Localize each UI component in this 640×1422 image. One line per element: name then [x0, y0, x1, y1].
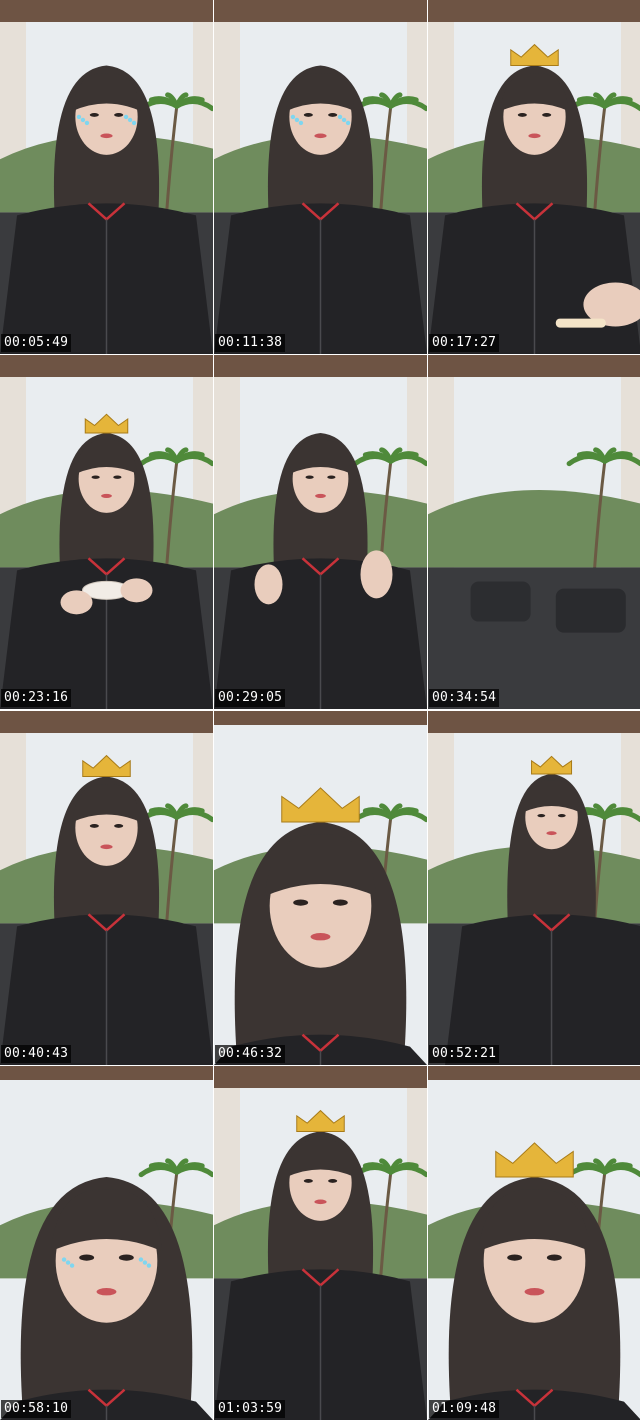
frame-image	[0, 0, 213, 354]
right-eye	[542, 113, 552, 117]
frame-image	[214, 710, 427, 1065]
video-frame-thumbnail: 00:40:43	[0, 710, 213, 1065]
right-eye	[557, 813, 566, 817]
timestamp-label: 00:23:16	[1, 689, 72, 708]
frame-image	[214, 355, 427, 710]
frame-image	[428, 710, 640, 1065]
lips	[315, 494, 326, 499]
right-eye	[114, 823, 124, 828]
video-frame-thumbnail: 01:09:48	[428, 1066, 640, 1421]
timestamp-label: 00:58:10	[1, 1400, 72, 1419]
right-hand	[120, 578, 153, 603]
ceiling-beam	[0, 710, 213, 733]
lips	[314, 133, 327, 139]
ceiling-beam	[428, 710, 640, 733]
timestamp-label: 00:34:54	[429, 689, 500, 708]
right-eye	[114, 113, 124, 117]
ceiling-beam	[214, 1066, 427, 1089]
timestamp-label: 01:03:59	[215, 1400, 286, 1419]
ceiling-beam	[214, 0, 427, 22]
video-frame-thumbnail: 00:29:05	[214, 355, 427, 710]
video-contact-sheet: 00:05:49 00:11:38 00:17:27 00:23:16 00:29:05…	[0, 0, 640, 1422]
ceiling-beam	[214, 355, 427, 378]
frame-image	[214, 1066, 427, 1421]
timestamp-label: 00:17:27	[429, 334, 500, 352]
video-frame-thumbnail: 00:05:49	[0, 0, 213, 354]
right-eye	[113, 475, 122, 480]
video-frame-thumbnail: 00:52:21	[428, 710, 640, 1065]
timestamp-label: 00:40:43	[1, 1044, 72, 1063]
lips	[524, 1288, 545, 1296]
video-frame-thumbnail: 00:58:10	[0, 1066, 213, 1421]
video-frame-thumbnail: 00:17:27	[428, 0, 640, 354]
right-eye	[327, 475, 336, 480]
ceiling-beam	[0, 1066, 213, 1081]
cushion	[470, 581, 531, 622]
left-eye	[293, 899, 309, 906]
lips	[528, 133, 541, 139]
hillside	[428, 490, 640, 568]
video-frame-thumbnail: 00:11:38	[214, 0, 427, 354]
ceiling-beam	[428, 355, 640, 378]
lips	[96, 1288, 117, 1296]
right-hand	[360, 550, 393, 599]
left-eye	[303, 113, 313, 117]
video-frame-thumbnail: 00:23:16	[0, 355, 213, 710]
right-eye	[328, 1179, 338, 1184]
left-eye	[89, 823, 99, 828]
lips	[546, 831, 557, 835]
frame-image	[0, 710, 213, 1065]
frame-image	[214, 0, 427, 354]
hoodie	[445, 914, 640, 1065]
left-eye	[305, 475, 314, 480]
video-frame-thumbnail: 00:34:54	[428, 355, 640, 710]
right-eye	[332, 899, 348, 906]
right-eye	[546, 1254, 562, 1261]
left-eye	[89, 113, 99, 117]
timestamp-label: 00:11:38	[215, 334, 286, 352]
frame-image	[428, 1066, 640, 1421]
lips	[310, 932, 331, 941]
ceiling-beam	[0, 355, 213, 378]
left-eye	[507, 1254, 523, 1261]
timestamp-label: 00:46:32	[215, 1044, 286, 1063]
frame-image	[0, 1066, 213, 1421]
timestamp-label: 00:52:21	[429, 1044, 500, 1063]
frame-image	[428, 0, 640, 354]
left-eye	[91, 475, 100, 480]
right-eye	[328, 113, 338, 117]
ceiling-beam	[428, 1066, 640, 1081]
ceiling-beam	[0, 0, 213, 22]
left-eye	[79, 1254, 95, 1261]
timestamp-label: 00:29:05	[215, 689, 286, 708]
left-eye	[303, 1179, 313, 1184]
lips	[100, 844, 113, 849]
left-hand	[60, 590, 93, 615]
left-eye	[517, 113, 527, 117]
frame-image	[428, 355, 640, 710]
timestamp-label: 00:05:49	[1, 334, 72, 352]
lips	[101, 494, 112, 499]
frame-image	[0, 355, 213, 710]
cushion	[555, 589, 626, 634]
held-object	[555, 318, 606, 328]
ceiling-beam	[428, 0, 640, 22]
video-frame-thumbnail: 00:46:32	[214, 710, 427, 1065]
timestamp-label: 01:09:48	[429, 1400, 500, 1419]
video-frame-thumbnail: 01:03:59	[214, 1066, 427, 1421]
ceiling-beam	[214, 710, 427, 725]
left-eye	[537, 813, 546, 817]
lips	[100, 133, 113, 139]
right-eye	[118, 1254, 134, 1261]
left-hand	[254, 564, 283, 605]
lips	[314, 1199, 327, 1205]
